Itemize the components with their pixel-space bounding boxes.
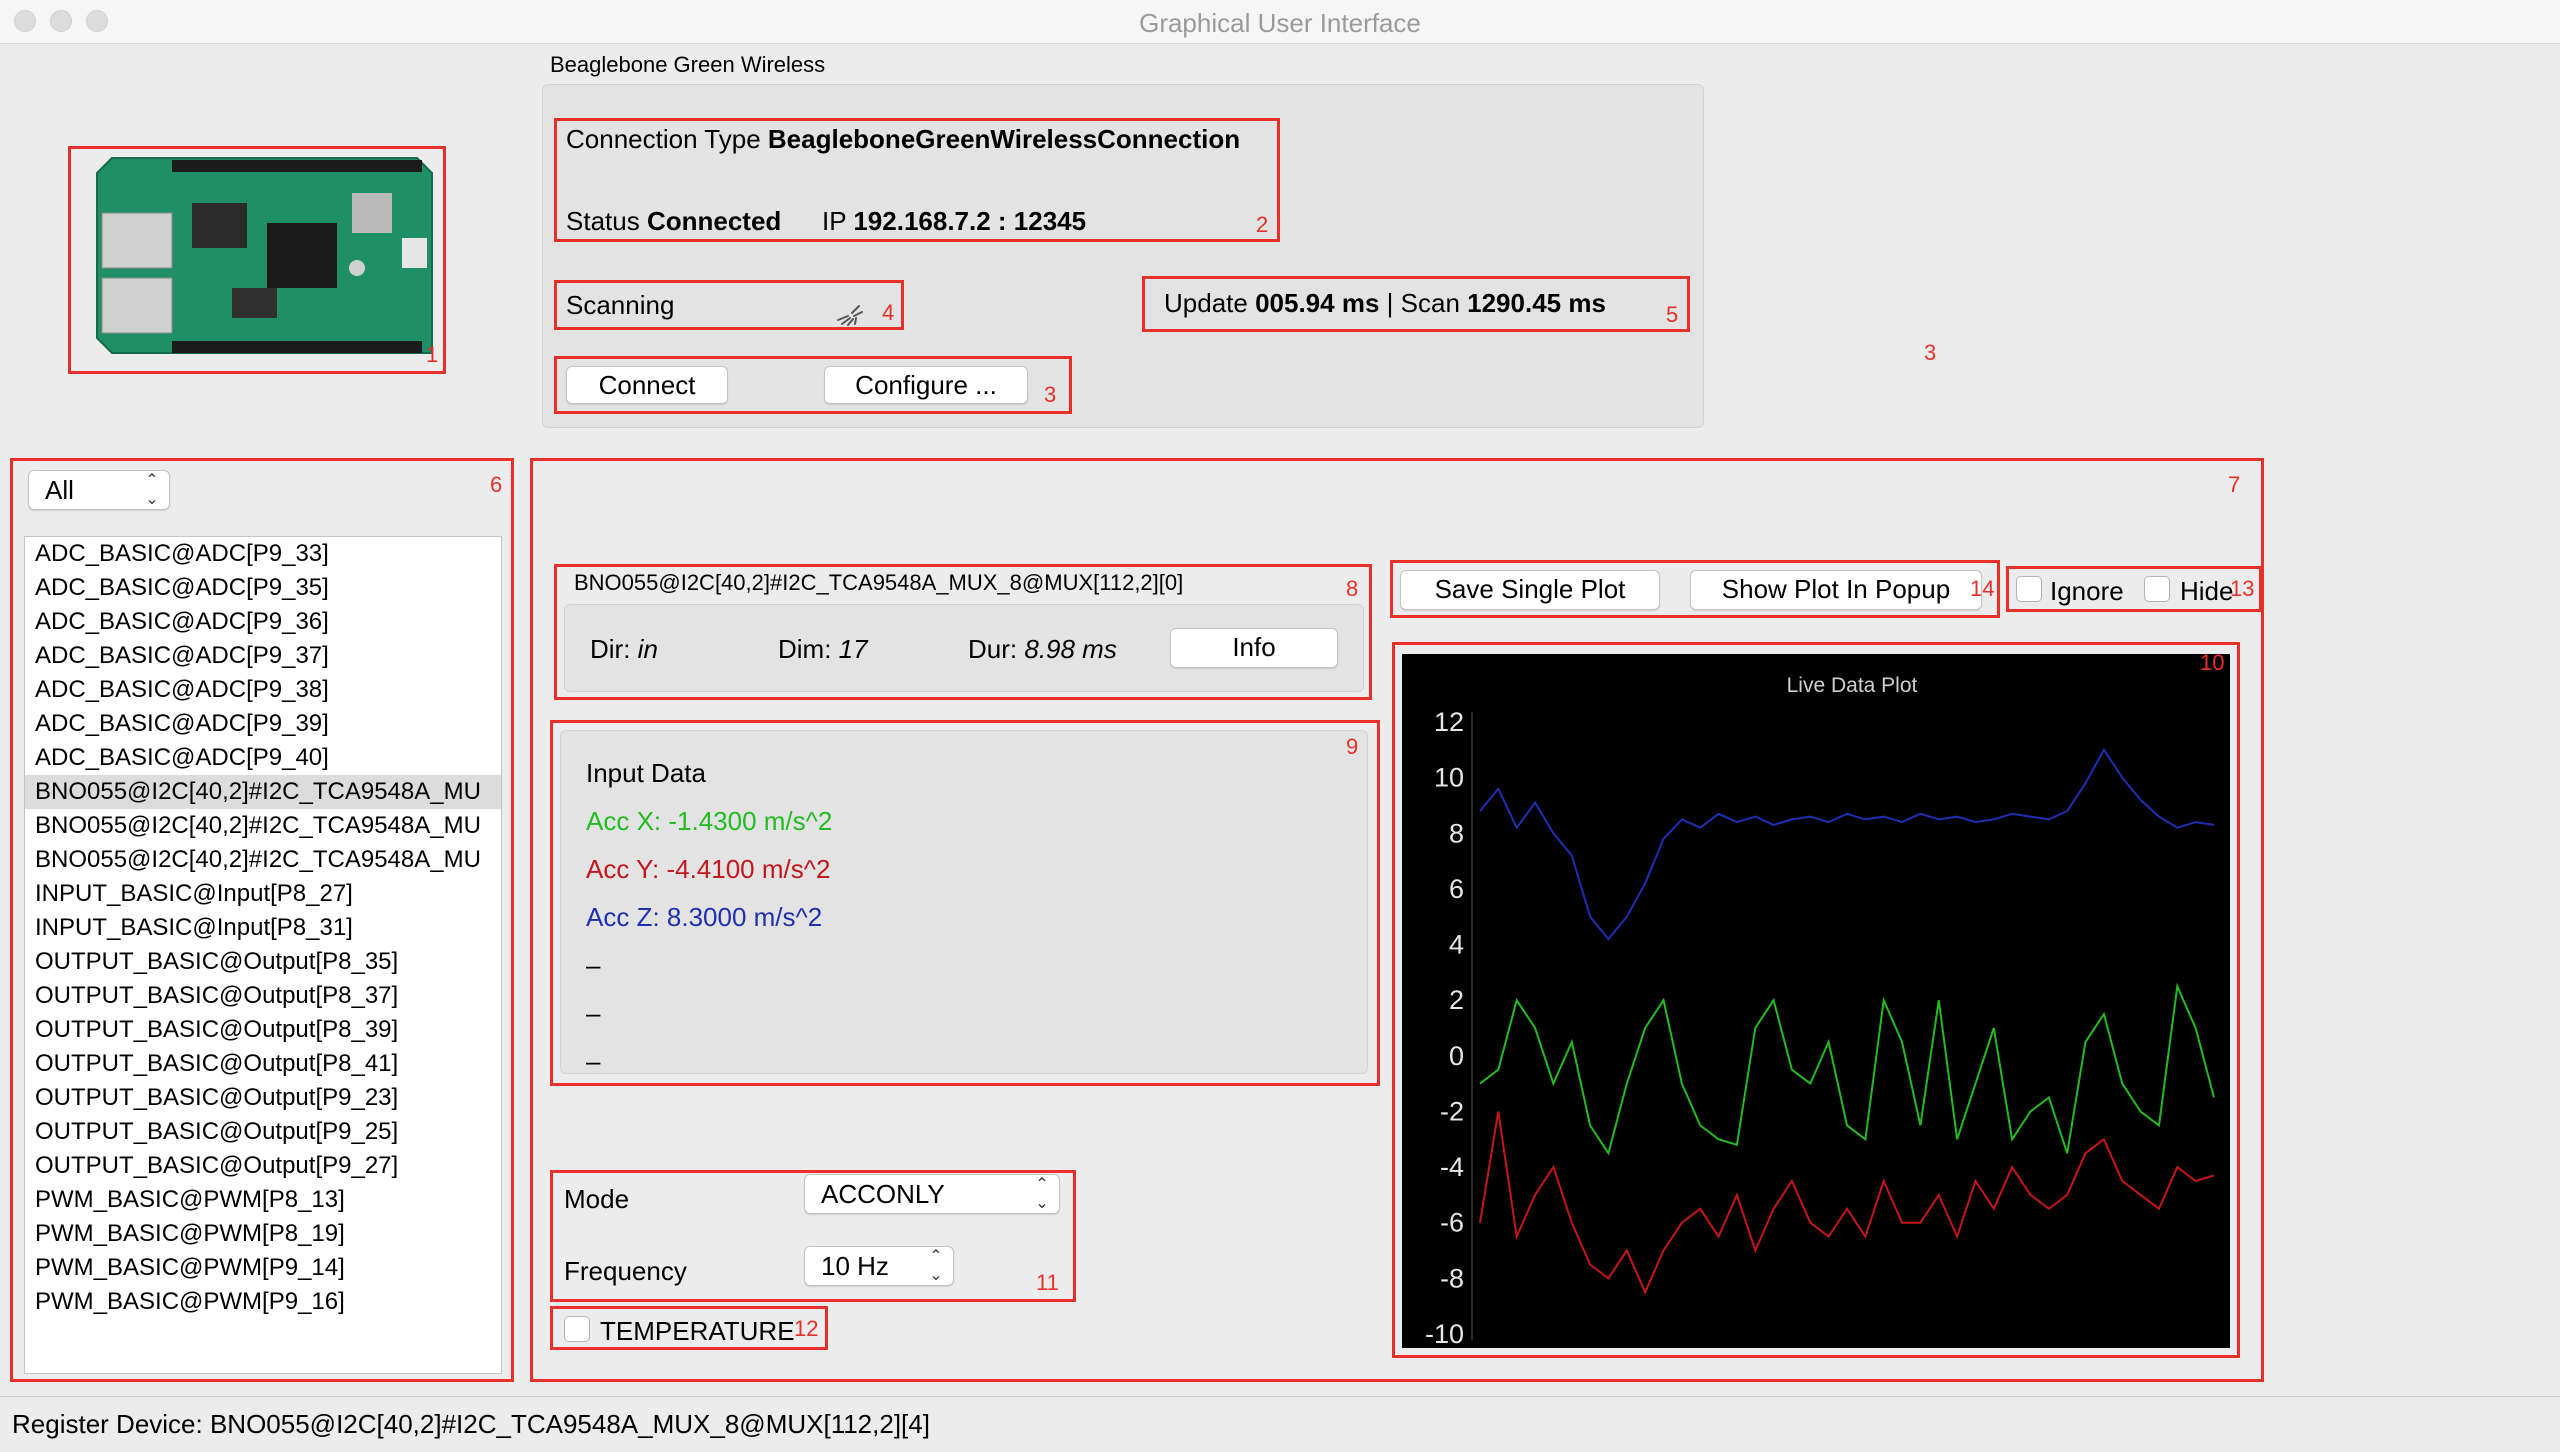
annotation-box-12 (550, 1306, 828, 1350)
annotation-box-9 (550, 720, 1380, 1086)
annotation-number: 13 (2230, 576, 2255, 601)
annotation-box-1 (68, 146, 446, 374)
annotation-box-5 (1142, 276, 1690, 332)
annotation-number: 3 (1044, 382, 1057, 407)
annotation-box-8 (554, 564, 1372, 700)
annotation-number: 11 (1036, 1270, 1059, 1295)
annotation-box-10 (1392, 642, 2240, 1358)
annotation-box-13 (2006, 566, 2262, 612)
annotation-box-6 (10, 458, 514, 1382)
annotation-number: 9 (1346, 734, 1359, 759)
annotation-box-2 (554, 118, 1280, 242)
annotation-box-3 (554, 356, 1072, 414)
annotation-number: 3 (1924, 340, 1937, 365)
status-bar: Register Device: BNO055@I2C[40,2]#I2C_TC… (0, 1396, 2560, 1452)
annotation-number: 6 (490, 472, 503, 497)
annotation-number: 2 (1256, 212, 1269, 237)
window-title-bar: Graphical User Interface (0, 0, 2560, 44)
device-group-title: Beaglebone Green Wireless (550, 52, 826, 77)
annotation-number: 7 (2228, 472, 2241, 497)
annotation-box-14 (1390, 560, 2000, 618)
annotation-number: 10 (2200, 650, 2225, 675)
status-bar-text: Register Device: BNO055@I2C[40,2]#I2C_TC… (12, 1409, 930, 1439)
annotation-number: 14 (1970, 576, 1995, 601)
window-title: Graphical User Interface (1139, 8, 1421, 38)
annotation-number: 12 (794, 1316, 819, 1341)
annotation-number: 1 (426, 342, 439, 367)
annotation-box-4 (554, 280, 904, 330)
annotation-number: 8 (1346, 576, 1359, 601)
annotation-number: 4 (882, 300, 895, 325)
annotation-number: 5 (1666, 302, 1679, 327)
annotation-box-11 (550, 1170, 1076, 1302)
